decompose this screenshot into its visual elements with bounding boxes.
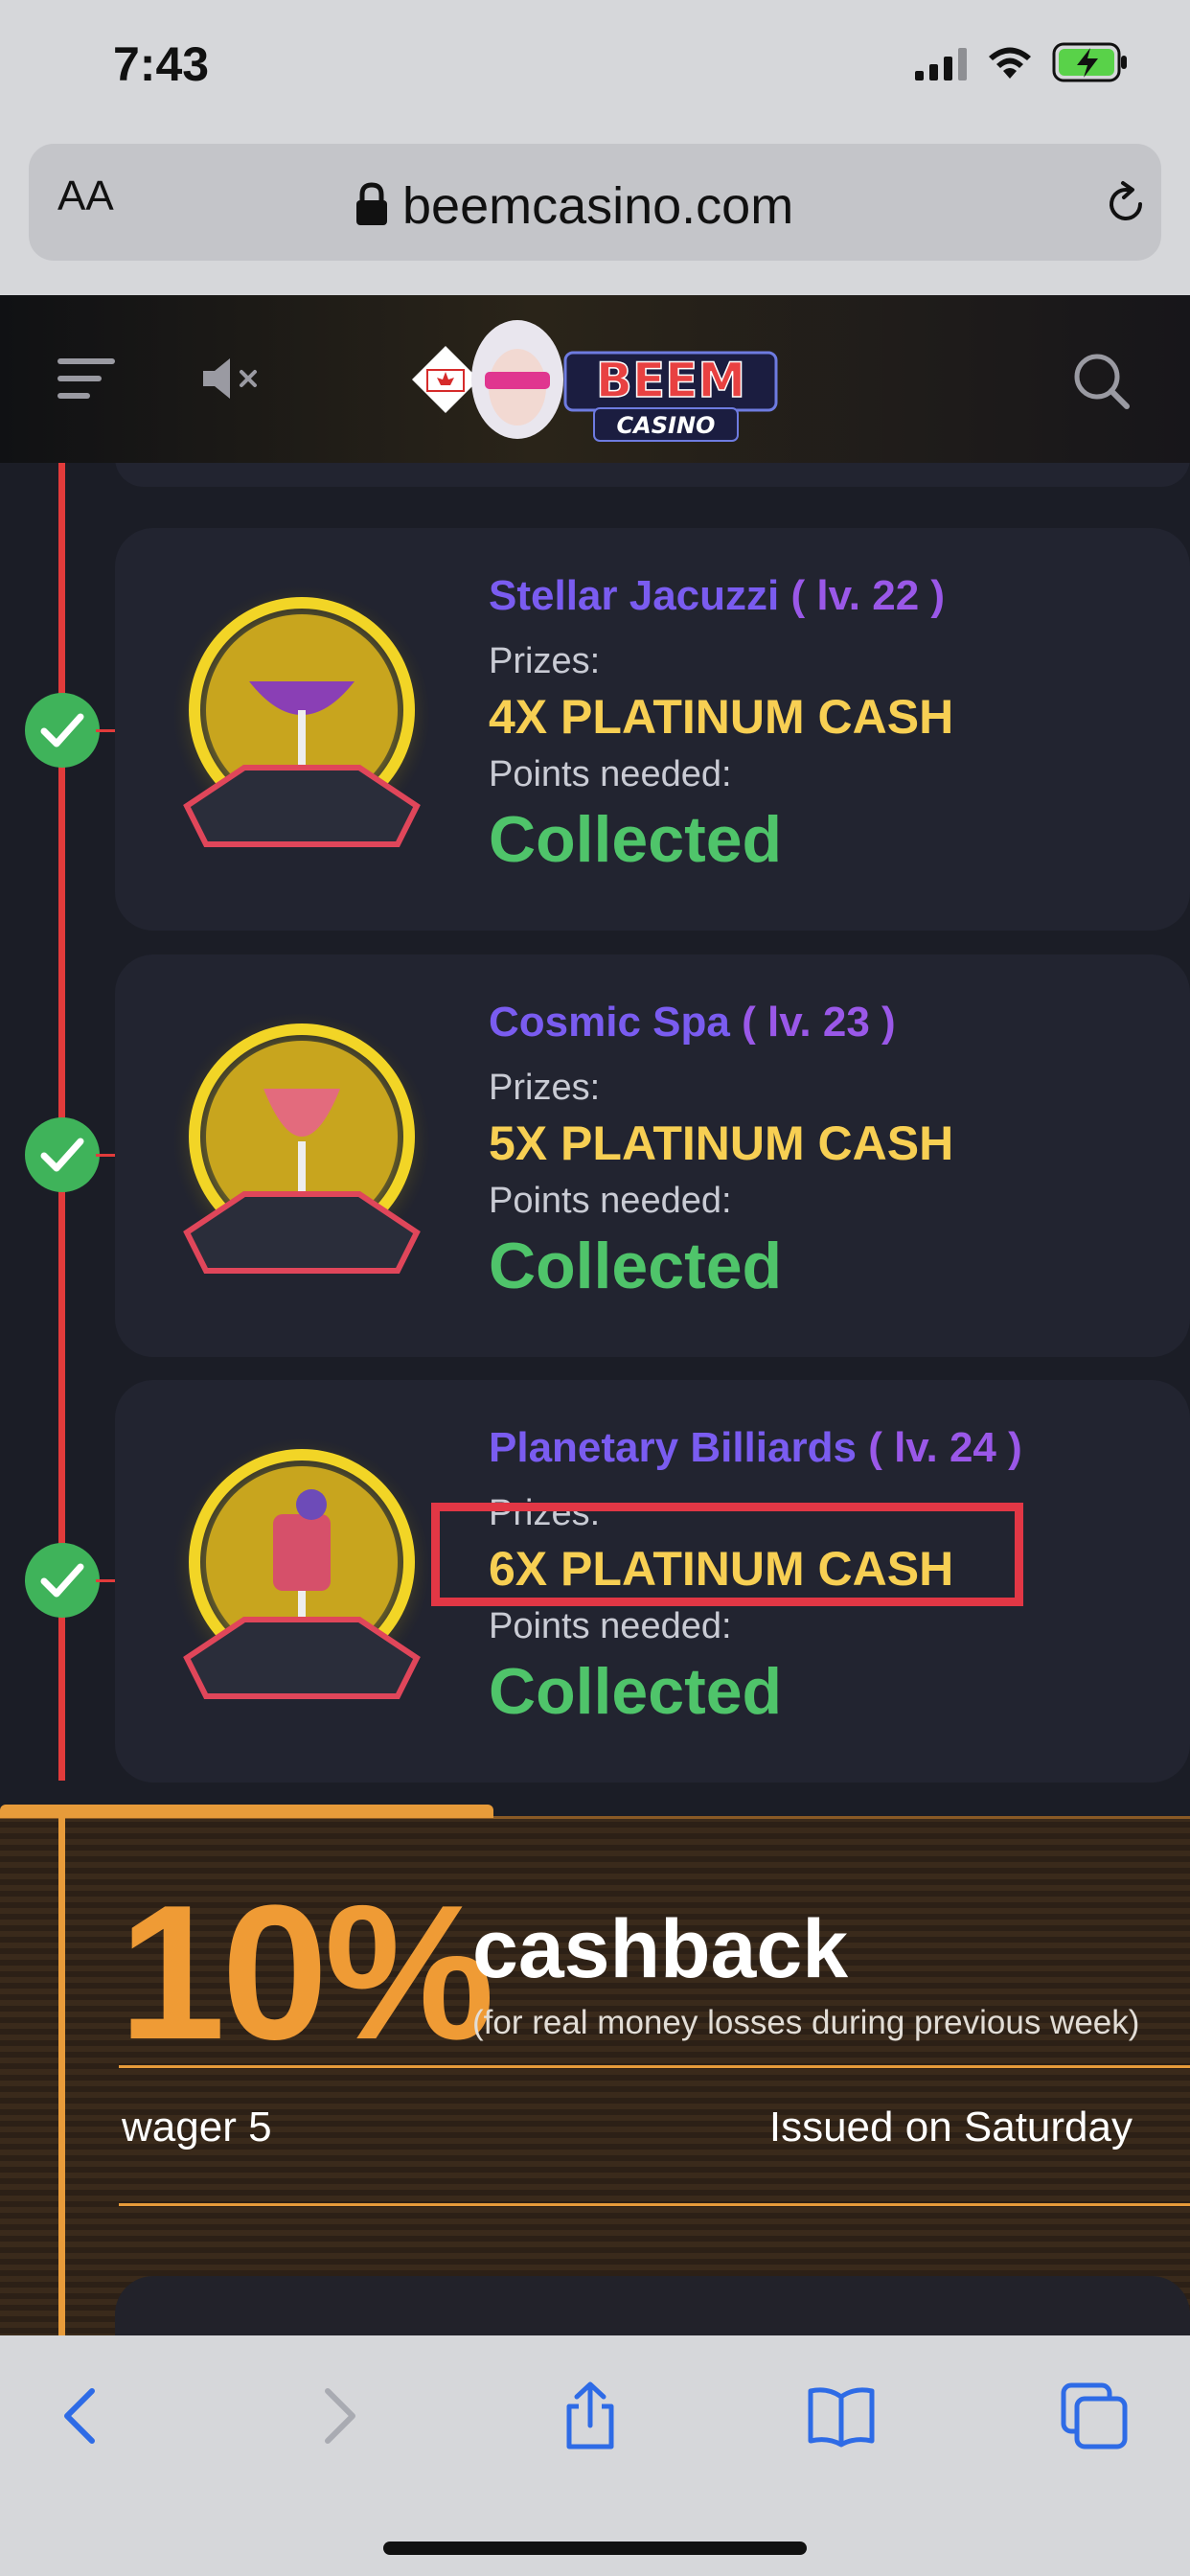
logo-subtext: CASINO (617, 412, 716, 439)
browser-address-area: AA beemcasino.com (0, 134, 1190, 295)
browser-toolbar (0, 2335, 1190, 2576)
level-card: Stellar Jacuzzi ( lv. 22 ) Prizes: 4X PL… (115, 528, 1190, 931)
cashback-percent: 10% (119, 1866, 494, 2080)
points-needed-label: Points needed: (489, 1181, 732, 1221)
share-icon[interactable] (556, 2381, 625, 2450)
cashback-issued-day: Issued on Saturday (768, 2104, 1133, 2150)
tabs-icon[interactable] (1060, 2381, 1129, 2450)
status-time: 7:43 (113, 37, 210, 91)
collected-status: Collected (489, 803, 783, 876)
divider (119, 2065, 1190, 2068)
prizes-label: Prizes: (489, 641, 601, 681)
timeline-connector (96, 1154, 115, 1157)
menu-icon[interactable] (57, 355, 117, 402)
points-needed-label: Points needed: (489, 754, 732, 794)
status-bar: 7:43 (0, 0, 1190, 134)
level-name: Stellar Jacuzzi (489, 572, 780, 619)
cashback-note: (for real money losses during previous w… (472, 2004, 1140, 2041)
cocktail-badge-icon (172, 1012, 431, 1274)
back-icon[interactable] (48, 2381, 117, 2450)
sound-muted-icon[interactable] (199, 355, 261, 402)
level-number: ( lv. 24 ) (868, 1424, 1022, 1471)
level-completed-icon (25, 1117, 100, 1192)
home-indicator[interactable] (383, 2542, 807, 2555)
timeline-connector (96, 1579, 115, 1582)
cocktail-badge-icon (172, 1438, 431, 1699)
level-title: Cosmic Spa ( lv. 23 ) (489, 999, 896, 1046)
level-name: Planetary Billiards (489, 1424, 857, 1471)
lock-icon (356, 182, 387, 225)
url-bar[interactable]: AA beemcasino.com (29, 144, 1161, 261)
level-title: Planetary Billiards ( lv. 24 ) (489, 1424, 1022, 1472)
text-size-label: AA (57, 172, 114, 219)
cashback-timeline-line (58, 1816, 65, 2335)
next-card (115, 2276, 1190, 2335)
level-completed-icon (25, 1543, 100, 1618)
prize-value: 5X PLATINUM CASH (489, 1116, 954, 1170)
beem-casino-logo[interactable]: BEEM CASINO (402, 312, 786, 447)
collected-status: Collected (489, 1230, 783, 1302)
cashback-tab-accent (0, 1805, 493, 1818)
divider (119, 2203, 1190, 2206)
logo-text: BEEM (596, 353, 745, 408)
timeline-connector (96, 729, 115, 732)
site-header: BEEM CASINO (0, 295, 1190, 463)
url-text[interactable]: beemcasino.com (402, 176, 793, 236)
battery-charging-icon (1052, 42, 1127, 82)
highlight-annotation-box (431, 1503, 1023, 1606)
vip-levels-content: Stellar Jacuzzi ( lv. 22 ) Prizes: 4X PL… (0, 463, 1190, 2335)
text-size-button[interactable]: AA (57, 172, 114, 220)
collected-status: Collected (489, 1655, 783, 1728)
bookmarks-icon[interactable] (807, 2381, 876, 2450)
cashback-title: cashback (472, 1903, 849, 1995)
prizes-label: Prizes: (489, 1068, 601, 1108)
level-number: ( lv. 22 ) (790, 572, 946, 619)
level-card: Cosmic Spa ( lv. 23 ) Prizes: 5X PLATINU… (115, 954, 1190, 1357)
points-needed-label: Points needed: (489, 1606, 732, 1646)
prize-value: 4X PLATINUM CASH (489, 690, 954, 744)
wifi-icon (989, 47, 1031, 79)
level-completed-icon (25, 693, 100, 768)
forward-icon[interactable] (303, 2381, 372, 2450)
cellular-signal-icon (915, 48, 967, 80)
search-icon[interactable] (1071, 351, 1133, 412)
level-number: ( lv. 23 ) (742, 999, 896, 1046)
cashback-section: 10% cashback (for real money losses duri… (0, 1805, 1190, 2335)
previous-level-card (115, 463, 1190, 487)
level-title: Stellar Jacuzzi ( lv. 22 ) (489, 572, 945, 620)
cashback-wager: wager 5 (122, 2104, 272, 2150)
cocktail-badge-icon (172, 586, 431, 847)
level-name: Cosmic Spa (489, 999, 730, 1046)
reload-icon[interactable] (1102, 180, 1150, 228)
